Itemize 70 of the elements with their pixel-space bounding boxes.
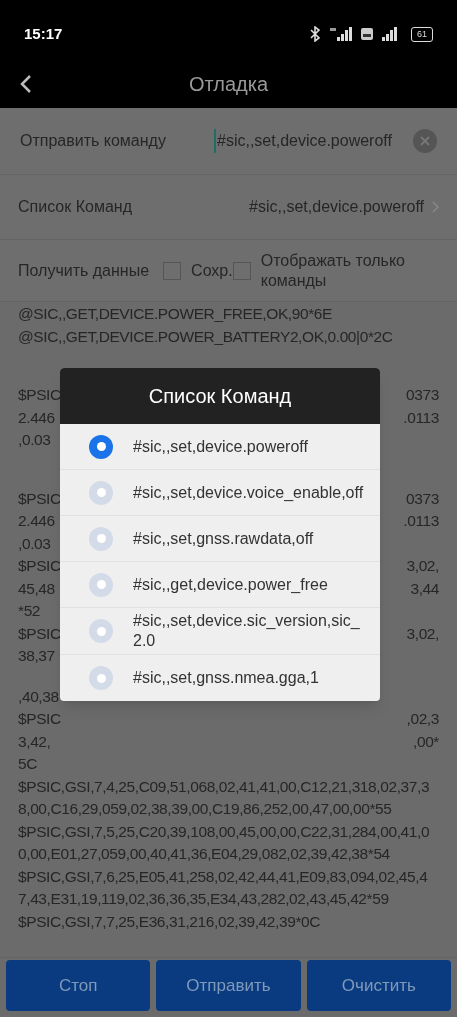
- log-line: ,00*: [413, 731, 439, 752]
- log-line: 0373: [406, 488, 439, 509]
- log-line: $PSIC: [18, 488, 61, 509]
- radio-button[interactable]: [89, 619, 113, 643]
- option-label: #sic,,set,device.poweroff: [133, 436, 308, 457]
- action-button[interactable]: Отправить: [156, 960, 301, 1011]
- radio-button[interactable]: [89, 480, 113, 505]
- command-option[interactable]: #sic,,set,device.voice_enable,off: [60, 470, 380, 516]
- log-line: 3,02,: [406, 556, 439, 576]
- command-option[interactable]: #sic,,get,device.power_free: [60, 562, 380, 608]
- action-button[interactable]: Стоп: [6, 960, 151, 1011]
- command-list-label: Список Команд: [18, 197, 132, 217]
- command-option[interactable]: #sic,,set,gnss.nmea.gga,1: [60, 655, 380, 701]
- send-command-label: Отправить команду: [20, 131, 167, 151]
- log-line: 45,48: [18, 578, 55, 599]
- log-line: ,02,3: [406, 709, 439, 729]
- command-option[interactable]: #sic,,set,device.poweroff: [60, 424, 380, 470]
- log-line: $PSIC: [18, 709, 61, 729]
- log-line: $PSIC: [18, 385, 61, 405]
- command-option[interactable]: #sic,,set,gnss.rawdata,off: [60, 516, 380, 562]
- save-label: Сохр.: [191, 260, 233, 281]
- log-line: ,0.03: [18, 533, 51, 554]
- log-line: $PSIC,GSI,7,7,25,E36,31,216,02,39,42,39*0C: [18, 911, 322, 932]
- log-line: 2.446: [18, 511, 55, 531]
- log-line: $PSIC: [18, 556, 61, 576]
- volte-icon: [361, 28, 373, 40]
- log-line: ,0.03: [18, 430, 51, 450]
- log-line: 3,44: [410, 578, 439, 599]
- radio-button[interactable]: [89, 434, 113, 459]
- log-line: 3,42,: [18, 731, 51, 752]
- log-line: @SIC,,GET,DEVICE.POWER_FREE,OK,90*6E: [18, 304, 333, 324]
- bluetooth-icon: [309, 26, 321, 42]
- log-line: $PSIC,GSI,7,5,25,C20,39,108,00,45,00,00,C22,31,284,00,41,00,00,E01,27,059,00,40,41,36,E04,29,082,02,39,42,38*54: [18, 821, 431, 864]
- action-button[interactable]: Очистить: [306, 960, 451, 1011]
- clear-icon[interactable]: [413, 129, 437, 153]
- show-only-commands-label: Отображать только команды: [260, 250, 406, 291]
- log-line: 5C: [18, 754, 38, 774]
- option-label: #sic,,get,device.power_free: [133, 574, 328, 595]
- option-label: #sic,,set,device.voice_enable,off: [133, 482, 364, 503]
- log-line: $PSIC: [18, 623, 61, 644]
- radio-button[interactable]: [89, 526, 113, 551]
- option-label: #sic,,set,gnss.rawdata,off: [133, 528, 314, 549]
- command-option[interactable]: #sic,,set,device.sic_version,sic_2.0: [60, 608, 380, 655]
- log-line: 38,37: [18, 646, 55, 666]
- checkbox[interactable]: [163, 261, 182, 280]
- log-line: .0113: [403, 407, 439, 428]
- signal-icon: [329, 27, 353, 41]
- log-line: 0373: [406, 385, 439, 405]
- log-line: .0113: [403, 511, 439, 531]
- checkbox[interactable]: [232, 261, 251, 280]
- command-list-value: #sic,,set,device.poweroff: [249, 197, 424, 217]
- log-line: 2.446: [18, 407, 55, 428]
- log-line: 3,02,: [406, 623, 439, 644]
- radio-button[interactable]: [89, 666, 113, 690]
- dialog-title: Список Команд: [60, 368, 380, 424]
- option-label: #sic,,set,gnss.nmea.gga,1: [133, 668, 319, 688]
- screen-title: Отладка: [188, 72, 269, 97]
- chevron-right-icon: [432, 201, 439, 213]
- log-line: $PSIC,GSI,7,4,25,C09,51,068,02,41,41,00,C12,21,318,02,37,38,00,C16,29,059,02,38,39,00,C19,86,252,00,47,00,00*55: [18, 776, 431, 819]
- get-data-label: Получить данные: [18, 260, 150, 281]
- battery-indicator: 61: [411, 26, 433, 42]
- log-line: *52: [18, 601, 41, 621]
- option-label: #sic,,set,device.sic_version,sic_2.0: [133, 611, 361, 651]
- signal-icon: [381, 27, 399, 41]
- log-line: $PSIC,GSI,7,6,25,E05,41,258,02,42,44,41,E09,83,094,02,45,47,43,E31,19,119,02,36,36,35,E34,43,282,02,43,45,42*59: [18, 866, 429, 909]
- log-line: @SIC,,GET,DEVICE.POWER_BATTERY2,OK,0.00|0*2C: [18, 326, 394, 347]
- radio-button[interactable]: [89, 572, 113, 597]
- log-line: ,40,38: [18, 686, 59, 707]
- back-icon[interactable]: [20, 74, 32, 94]
- status-time: 15:17: [24, 23, 63, 44]
